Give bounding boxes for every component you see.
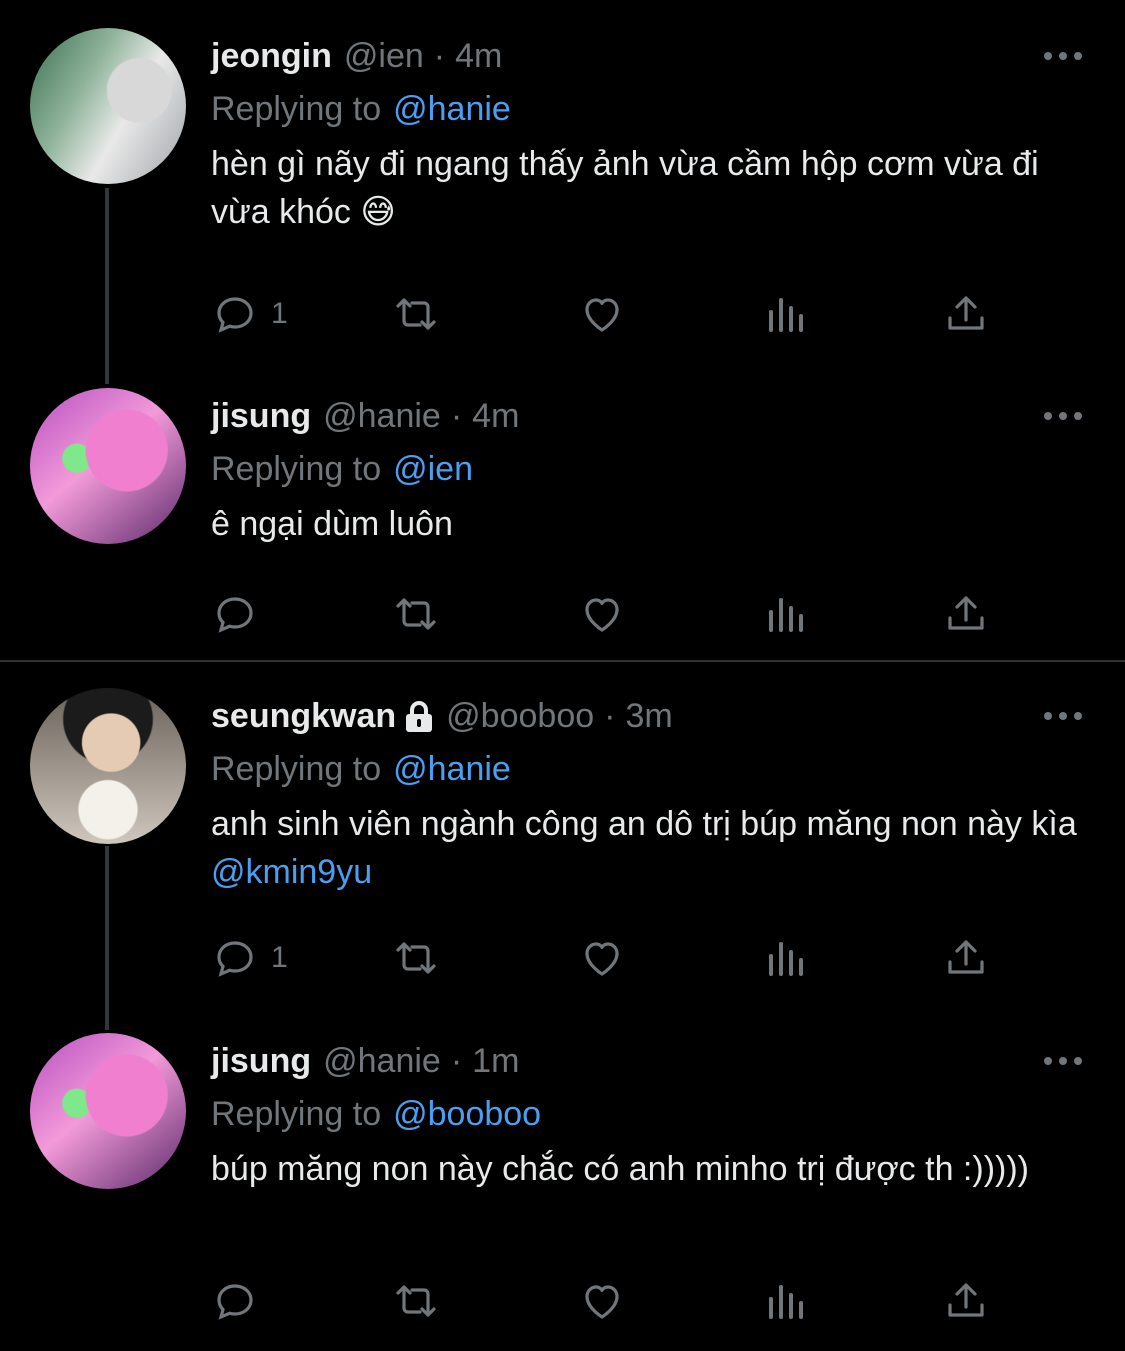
views-button[interactable] [761, 286, 809, 342]
lock-icon [404, 699, 434, 733]
like-icon [585, 942, 619, 976]
separator-dot: · [450, 1041, 463, 1080]
separator-dot: · [433, 36, 446, 75]
like-button[interactable] [578, 586, 626, 642]
timestamp[interactable]: 4m [455, 37, 502, 76]
tweet[interactable]: jisung @hanie · 1m Replying to @booboo b… [0, 1030, 1125, 1351]
retweet-icon [396, 942, 436, 974]
avatar[interactable] [30, 388, 186, 544]
tweet-text-body: anh sinh viên ngành công an dô trị búp m… [211, 805, 1077, 843]
retweet-button[interactable] [392, 586, 440, 642]
action-bar: 1 [211, 286, 1011, 342]
share-button[interactable] [942, 930, 990, 986]
replying-to: Replying to @hanie [211, 744, 1085, 794]
reply-icon [217, 297, 253, 333]
reply-button[interactable]: 1 [211, 930, 288, 986]
like-button[interactable] [578, 1273, 626, 1329]
handle[interactable]: @hanie [323, 1042, 441, 1081]
avatar[interactable] [30, 28, 186, 184]
retweet-button[interactable] [392, 286, 440, 342]
replying-to-mention[interactable]: @booboo [393, 1095, 541, 1134]
share-icon [948, 596, 984, 630]
display-name[interactable]: seungkwan [211, 697, 396, 736]
action-bar [211, 1273, 1011, 1329]
tweet-mention[interactable]: @kmin9yu [211, 853, 372, 891]
reply-button[interactable]: 1 [211, 286, 288, 342]
handle[interactable]: @hanie [323, 397, 441, 436]
replying-to-label: Replying to [211, 449, 382, 488]
reply-count: 1 [271, 297, 288, 330]
timestamp[interactable]: 3m [625, 697, 672, 736]
views-button[interactable] [761, 930, 809, 986]
share-button[interactable] [942, 1273, 990, 1329]
tweet-text: anh sinh viên ngành công an dô trị búp m… [211, 800, 1085, 896]
views-button[interactable] [761, 1273, 809, 1329]
replying-to: Replying to @hanie [211, 84, 1085, 134]
display-name[interactable]: jisung [211, 397, 311, 436]
like-icon [585, 598, 619, 632]
replying-to-label: Replying to [211, 749, 382, 788]
views-icon [769, 942, 803, 976]
replying-to-label: Replying to [211, 89, 382, 128]
share-button[interactable] [942, 286, 990, 342]
separator-dot: · [604, 696, 616, 735]
display-name[interactable]: jeongin [211, 37, 332, 76]
reply-icon [217, 941, 253, 977]
views-icon [769, 298, 803, 332]
views-icon [769, 1285, 803, 1319]
like-icon [585, 298, 619, 332]
handle[interactable]: @booboo [446, 697, 594, 736]
display-name[interactable]: jisung [211, 1042, 311, 1081]
tweet-text: ê ngại dùm luôn [211, 505, 453, 543]
timestamp[interactable]: 4m [472, 397, 519, 436]
reply-button[interactable] [211, 1273, 271, 1329]
share-icon [948, 296, 984, 330]
reply-icon [217, 597, 253, 633]
like-icon [585, 1285, 619, 1319]
tweet[interactable]: jeongin @ien · 4m Replying to @hanie hèn… [0, 0, 1125, 380]
share-icon [948, 1283, 984, 1317]
replying-to-mention[interactable]: @hanie [393, 90, 511, 129]
share-icon [948, 940, 984, 974]
share-button[interactable] [942, 586, 990, 642]
avatar[interactable] [30, 1033, 186, 1189]
more-icon[interactable] [1041, 28, 1085, 84]
retweet-button[interactable] [392, 1273, 440, 1329]
reply-button[interactable] [211, 586, 271, 642]
retweet-button[interactable] [392, 930, 440, 986]
like-button[interactable] [578, 286, 626, 342]
tweet[interactable]: jisung @hanie · 4m Replying to @ien ê ng… [0, 380, 1125, 660]
views-button[interactable] [761, 586, 809, 642]
tweet-text: hèn gì nãy đi ngang thấy ảnh vừa cầm hộp… [211, 145, 1039, 231]
avatar[interactable] [30, 688, 186, 844]
reply-count: 1 [271, 941, 288, 974]
separator-dot: · [450, 396, 463, 435]
replying-to-label: Replying to [211, 1094, 382, 1133]
replying-to: Replying to @booboo [211, 1089, 1085, 1139]
action-bar [211, 586, 1011, 642]
like-button[interactable] [578, 930, 626, 986]
action-bar: 1 [211, 930, 1011, 986]
retweet-icon [396, 1285, 436, 1317]
retweet-icon [396, 598, 436, 630]
more-icon[interactable] [1041, 688, 1085, 744]
handle[interactable]: @ien [344, 37, 424, 76]
more-icon[interactable] [1041, 1033, 1085, 1089]
tweet[interactable]: seungkwan @booboo · 3m Replying to @hani… [0, 662, 1125, 1030]
tweet-text: búp măng non này chắc có anh minho trị đ… [211, 1150, 1029, 1188]
replying-to-mention[interactable]: @ien [393, 450, 473, 489]
timestamp[interactable]: 1m [472, 1042, 519, 1081]
more-icon[interactable] [1041, 388, 1085, 444]
reply-icon [217, 1284, 253, 1320]
retweet-icon [396, 298, 436, 330]
views-icon [769, 598, 803, 632]
replying-to-mention[interactable]: @hanie [393, 750, 511, 789]
replying-to: Replying to @ien [211, 444, 1085, 494]
